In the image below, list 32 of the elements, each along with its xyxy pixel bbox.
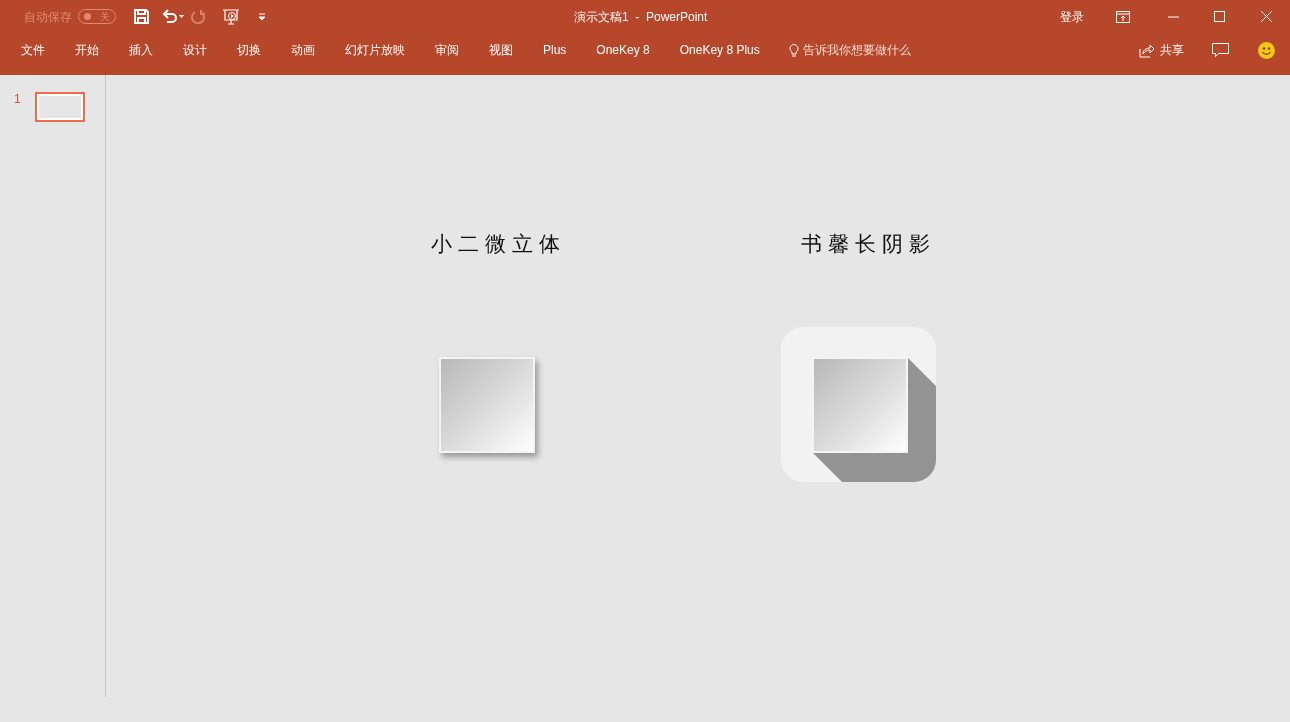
- ribbon-tab[interactable]: OneKey 8: [584, 36, 662, 64]
- ribbon-tab[interactable]: 审阅: [423, 36, 471, 64]
- ribbon-tab[interactable]: 插入: [117, 36, 165, 64]
- ribbon-tab[interactable]: 设计: [171, 36, 219, 64]
- slideshow-icon[interactable]: [222, 8, 240, 25]
- undo-icon[interactable]: [161, 9, 185, 24]
- share-button[interactable]: 共享: [1139, 41, 1184, 59]
- maximize-icon[interactable]: [1214, 11, 1225, 22]
- autosave-label: 自动保存: [24, 8, 72, 26]
- close-icon[interactable]: [1261, 11, 1272, 22]
- lightbulb-icon: [788, 43, 799, 57]
- ribbon-tab[interactable]: 幻灯片放映: [333, 36, 417, 64]
- slide-thumbnail[interactable]: [34, 92, 85, 122]
- comment-icon[interactable]: [1212, 42, 1229, 58]
- example-title: 书馨长阴影: [799, 231, 937, 257]
- tell-me-field[interactable]: 告诉我你想要做什么: [802, 41, 911, 59]
- slide-number: 1: [14, 91, 21, 108]
- ribbon-tab[interactable]: 文件: [9, 36, 57, 64]
- ribbon-tab[interactable]: OneKey 8 Plus: [667, 36, 772, 64]
- window-title: 演示文稿1 - PowerPoint: [574, 9, 708, 26]
- ribbon-tab[interactable]: 动画: [279, 36, 327, 64]
- share-icon: [1139, 42, 1154, 58]
- save-icon[interactable]: [134, 9, 149, 24]
- smiley-icon[interactable]: [1258, 41, 1275, 59]
- customize-toolbar-icon[interactable]: [258, 12, 266, 21]
- ribbon-display-icon[interactable]: [1116, 10, 1130, 23]
- ribbon-tab[interactable]: 开始: [63, 36, 111, 64]
- ribbon-tab[interactable]: Plus: [531, 36, 579, 64]
- sign-in-link[interactable]: 登录: [1060, 7, 1084, 26]
- ribbon-tab[interactable]: 视图: [477, 36, 525, 64]
- example-title: 小二微立体: [429, 231, 567, 257]
- ribbon-tab[interactable]: 切换: [225, 36, 273, 64]
